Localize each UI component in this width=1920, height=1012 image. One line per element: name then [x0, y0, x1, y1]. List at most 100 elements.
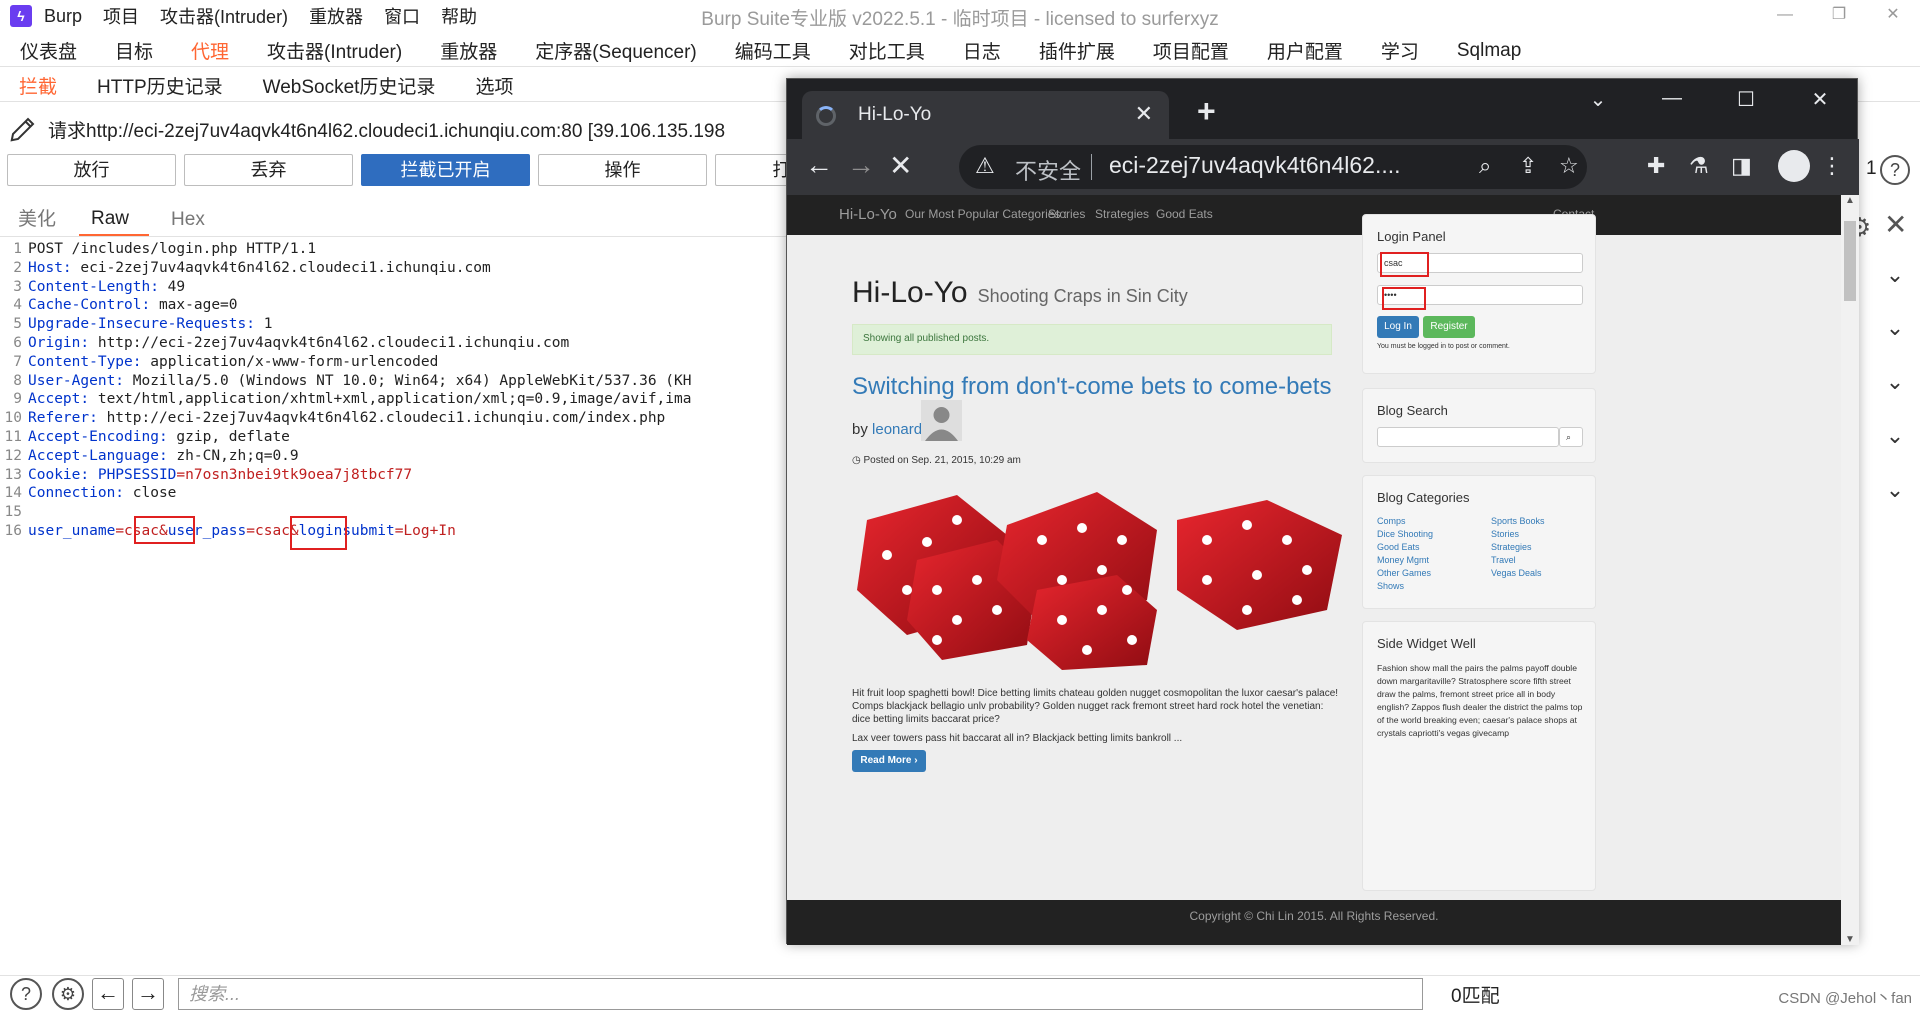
- header-user-agent: 8 User-Agent: Mozilla/5.0 (Windows NT 10.…: [13, 372, 692, 389]
- category-link[interactable]: Money Mgmt: [1377, 555, 1429, 565]
- chevron-down-icon[interactable]: ⌄: [1880, 315, 1910, 345]
- search-input[interactable]: 搜索...: [178, 978, 1423, 1010]
- tab-pretty[interactable]: 美化: [18, 204, 79, 237]
- header-accept: 9 Accept: text/html,application/xhtml+xml…: [13, 391, 692, 408]
- lab-flask-icon[interactable]: ⚗: [1689, 153, 1709, 179]
- close-icon[interactable]: ✕: [1866, 0, 1920, 32]
- inspector-close-icon[interactable]: ✕: [1884, 208, 1907, 241]
- tab-dashboard[interactable]: 仪表盘: [20, 37, 77, 64]
- tab-intruder[interactable]: 攻击器(Intruder): [267, 37, 402, 64]
- chevron-down-icon[interactable]: ⌄: [1880, 262, 1910, 292]
- site-brand[interactable]: Hi-Lo-Yo: [839, 206, 897, 223]
- minimize-icon[interactable]: —: [1758, 0, 1812, 32]
- tab-user-options[interactable]: 用户配置: [1267, 37, 1343, 64]
- register-button[interactable]: Register: [1423, 316, 1475, 338]
- category-link[interactable]: Comps: [1377, 516, 1406, 526]
- category-link[interactable]: Other Games: [1377, 568, 1431, 578]
- tab-repeater[interactable]: 重放器: [440, 37, 497, 64]
- blog-search-input[interactable]: [1377, 427, 1559, 447]
- forward-icon[interactable]: →: [847, 149, 875, 181]
- restore-icon[interactable]: ❐: [1812, 0, 1866, 32]
- search-icon[interactable]: ⌕: [1559, 427, 1583, 447]
- chevron-down-icon[interactable]: ⌄: [1880, 369, 1910, 399]
- category-link[interactable]: Dice Shooting: [1377, 529, 1433, 539]
- nav-strategies[interactable]: Strategies: [1095, 207, 1149, 221]
- tab-intercept[interactable]: 拦截: [19, 72, 57, 99]
- tab-logger[interactable]: 日志: [963, 37, 1001, 64]
- profile-avatar-icon[interactable]: [1778, 150, 1810, 182]
- tab-learn[interactable]: 学习: [1381, 37, 1419, 64]
- drop-button[interactable]: 丢弃: [184, 154, 353, 186]
- menu-intruder[interactable]: 攻击器(Intruder): [160, 3, 288, 29]
- share-icon[interactable]: ⇪: [1519, 153, 1537, 179]
- url-text[interactable]: eci-2zej7uv4aqvk4t6n4l62....: [1109, 152, 1401, 179]
- browser-tab[interactable]: Hi-Lo-Yo ✕: [802, 91, 1169, 139]
- category-link[interactable]: Sports Books: [1491, 516, 1545, 526]
- author-link[interactable]: leonard: [872, 421, 922, 438]
- back-icon[interactable]: ←: [805, 149, 833, 181]
- category-link[interactable]: Vegas Deals: [1491, 568, 1542, 578]
- address-bar[interactable]: ⚠ 不安全 eci-2zej7uv4aqvk4t6n4l62.... ⌕ ⇪ ☆: [959, 145, 1587, 189]
- intercept-on-button[interactable]: 拦截已开启: [361, 154, 530, 186]
- tab-hex[interactable]: Hex: [171, 209, 228, 237]
- category-link[interactable]: Stories: [1491, 529, 1519, 539]
- chevron-down-icon[interactable]: ⌄: [1880, 477, 1910, 507]
- zoom-icon[interactable]: ⌕: [1479, 153, 1491, 179]
- tab-options[interactable]: 选项: [475, 72, 513, 99]
- menu-repeater[interactable]: 重放器: [309, 3, 363, 29]
- bookmark-star-icon[interactable]: ☆: [1559, 153, 1579, 179]
- nav-good-eats[interactable]: Good Eats: [1156, 207, 1213, 221]
- forward-arrow-icon[interactable]: →: [132, 978, 164, 1010]
- header-content-length: 3 Content-Length: 49: [13, 278, 186, 295]
- side-panel-icon[interactable]: ◨: [1731, 153, 1752, 179]
- forward-button[interactable]: 放行: [7, 154, 176, 186]
- tab-comparer[interactable]: 对比工具: [849, 37, 925, 64]
- tab-websocket-history[interactable]: WebSocket历史记录: [263, 72, 436, 99]
- header-accept-language: 12 Accept-Language: zh-CN,zh;q=0.9: [4, 447, 299, 464]
- raw-request-editor[interactable]: 1 POST /includes/login.php HTTP/1.1 2 Host…: [0, 240, 790, 970]
- stop-icon[interactable]: ✕: [889, 149, 912, 182]
- menu-project[interactable]: 项目: [103, 3, 139, 29]
- category-link[interactable]: Good Eats: [1377, 542, 1420, 552]
- settings-gear-icon[interactable]: ⚙: [52, 978, 84, 1010]
- tab-extender[interactable]: 插件扩展: [1039, 37, 1115, 64]
- login-button[interactable]: Log In: [1377, 316, 1419, 338]
- help-icon[interactable]: ?: [1880, 155, 1910, 185]
- menu-burp[interactable]: Burp: [44, 6, 82, 27]
- warning-icon[interactable]: ⚠: [975, 153, 995, 179]
- tab-search-icon[interactable]: ⌄: [1561, 87, 1635, 112]
- help-icon[interactable]: ?: [10, 978, 42, 1010]
- category-link[interactable]: Shows: [1377, 581, 1404, 591]
- category-link[interactable]: Strategies: [1491, 542, 1532, 552]
- post-title-link[interactable]: Switching from don't-come bets to come-b…: [852, 373, 1331, 401]
- tab-proxy[interactable]: 代理: [191, 37, 229, 64]
- browser-toolbar: ← → ✕ ⚠ 不安全 eci-2zej7uv4aqvk4t6n4l62....…: [787, 139, 1859, 195]
- minimize-icon[interactable]: —: [1635, 87, 1709, 112]
- burp-logo-icon: ϟ: [10, 5, 32, 27]
- tab-project-options[interactable]: 项目配置: [1153, 37, 1229, 64]
- chevron-down-icon[interactable]: ⌄: [1880, 423, 1910, 453]
- menu-help[interactable]: 帮助: [441, 3, 477, 29]
- tagline: Shooting Craps in Sin City: [977, 286, 1188, 306]
- tab-target[interactable]: 目标: [115, 37, 153, 64]
- nav-categories[interactable]: Our Most Popular Categories :: [905, 207, 1067, 221]
- more-menu-icon[interactable]: ⋮: [1821, 153, 1843, 179]
- menu-window[interactable]: 窗口: [384, 3, 420, 29]
- back-arrow-icon[interactable]: ←: [92, 978, 124, 1010]
- read-more-button[interactable]: Read More ›: [852, 750, 926, 772]
- category-link[interactable]: Travel: [1491, 555, 1516, 565]
- close-icon[interactable]: ✕: [1783, 87, 1857, 112]
- action-button[interactable]: 操作: [538, 154, 707, 186]
- tab-raw[interactable]: Raw: [79, 208, 150, 237]
- nav-stories[interactable]: Stories: [1048, 207, 1085, 221]
- tab-decoder[interactable]: 编码工具: [735, 37, 811, 64]
- tab-http-history[interactable]: HTTP历史记录: [97, 72, 223, 99]
- extensions-icon[interactable]: ✚: [1647, 153, 1665, 179]
- page-scrollbar[interactable]: ▲ ▼: [1841, 195, 1859, 945]
- pencil-icon[interactable]: [8, 114, 38, 144]
- tab-sqlmap[interactable]: Sqlmap: [1457, 40, 1521, 62]
- new-tab-icon[interactable]: +: [1197, 93, 1216, 130]
- maximize-icon[interactable]: ☐: [1709, 87, 1783, 112]
- tab-close-icon[interactable]: ✕: [1135, 101, 1153, 127]
- tab-sequencer[interactable]: 定序器(Sequencer): [535, 37, 697, 64]
